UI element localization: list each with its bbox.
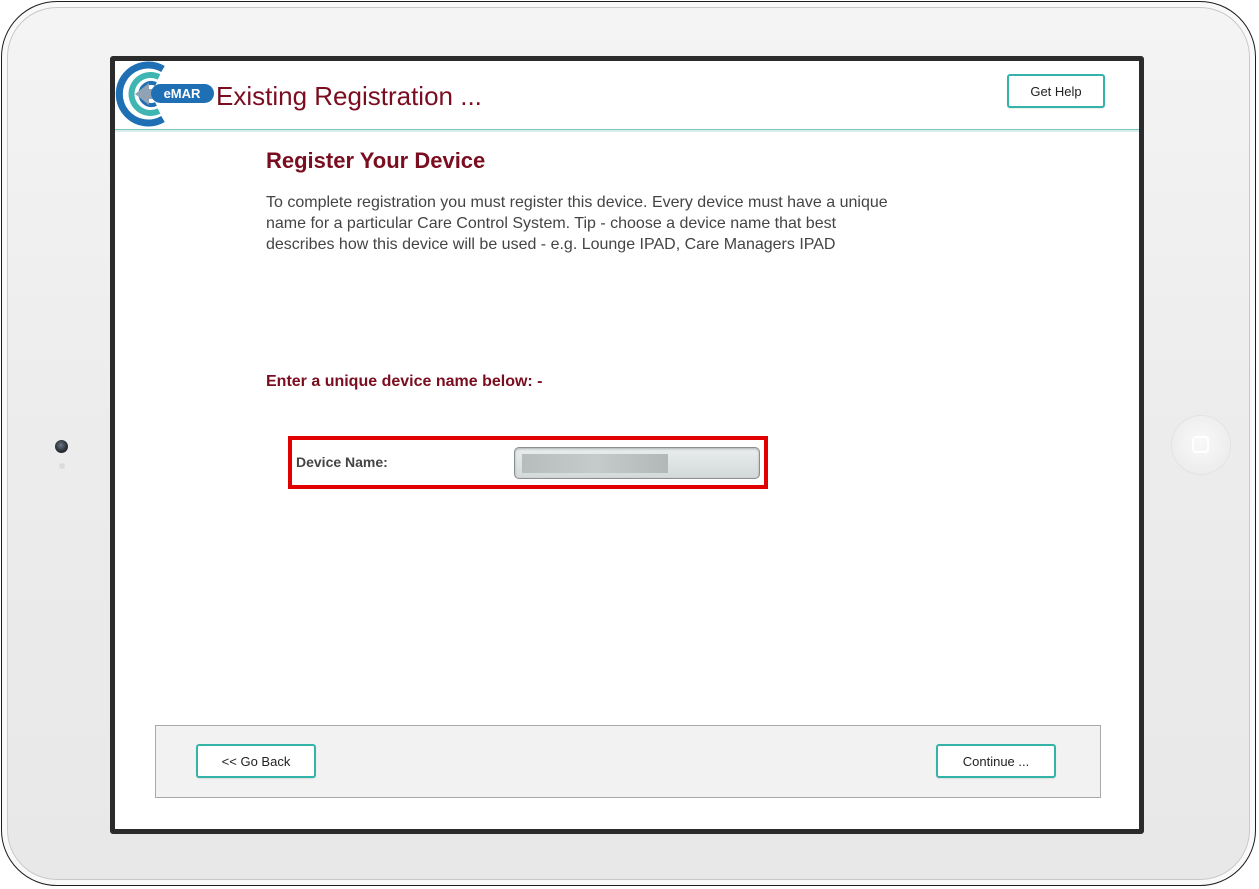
section-title: Register Your Device bbox=[266, 148, 486, 173]
camera-icon bbox=[55, 440, 68, 453]
device-name-input[interactable] bbox=[514, 447, 760, 479]
continue-button[interactable]: Continue ... bbox=[936, 744, 1056, 778]
sensor-dot bbox=[59, 463, 65, 469]
home-button[interactable] bbox=[1172, 416, 1230, 474]
app-header: eMAR Existing Registration ... Get Help bbox=[115, 61, 1139, 130]
home-square-icon bbox=[1192, 436, 1209, 453]
go-back-button[interactable]: << Go Back bbox=[196, 744, 316, 778]
page-title: Existing Registration ... bbox=[216, 81, 482, 111]
instructions-text: To complete registration you must regist… bbox=[266, 192, 986, 255]
get-help-button[interactable]: Get Help bbox=[1007, 74, 1105, 108]
device-name-prompt: Enter a unique device name below: - bbox=[266, 373, 543, 390]
instructions-line: To complete registration you must regist… bbox=[266, 194, 888, 211]
instructions-line: describes how this device will be used -… bbox=[266, 236, 836, 253]
logo-badge-text: eMAR bbox=[164, 86, 201, 101]
app-screen: eMAR Existing Registration ... Get Help … bbox=[110, 56, 1144, 834]
care-control-logo: eMAR bbox=[115, 61, 214, 127]
device-name-label: Device Name: bbox=[296, 454, 388, 470]
page: eMAR Existing Registration ... Get Help … bbox=[0, 0, 1259, 889]
device-name-highlight: Device Name: bbox=[288, 436, 768, 489]
footer-bar: << Go Back Continue ... bbox=[155, 725, 1101, 798]
instructions-line: name for a particular Care Control Syste… bbox=[266, 215, 837, 232]
